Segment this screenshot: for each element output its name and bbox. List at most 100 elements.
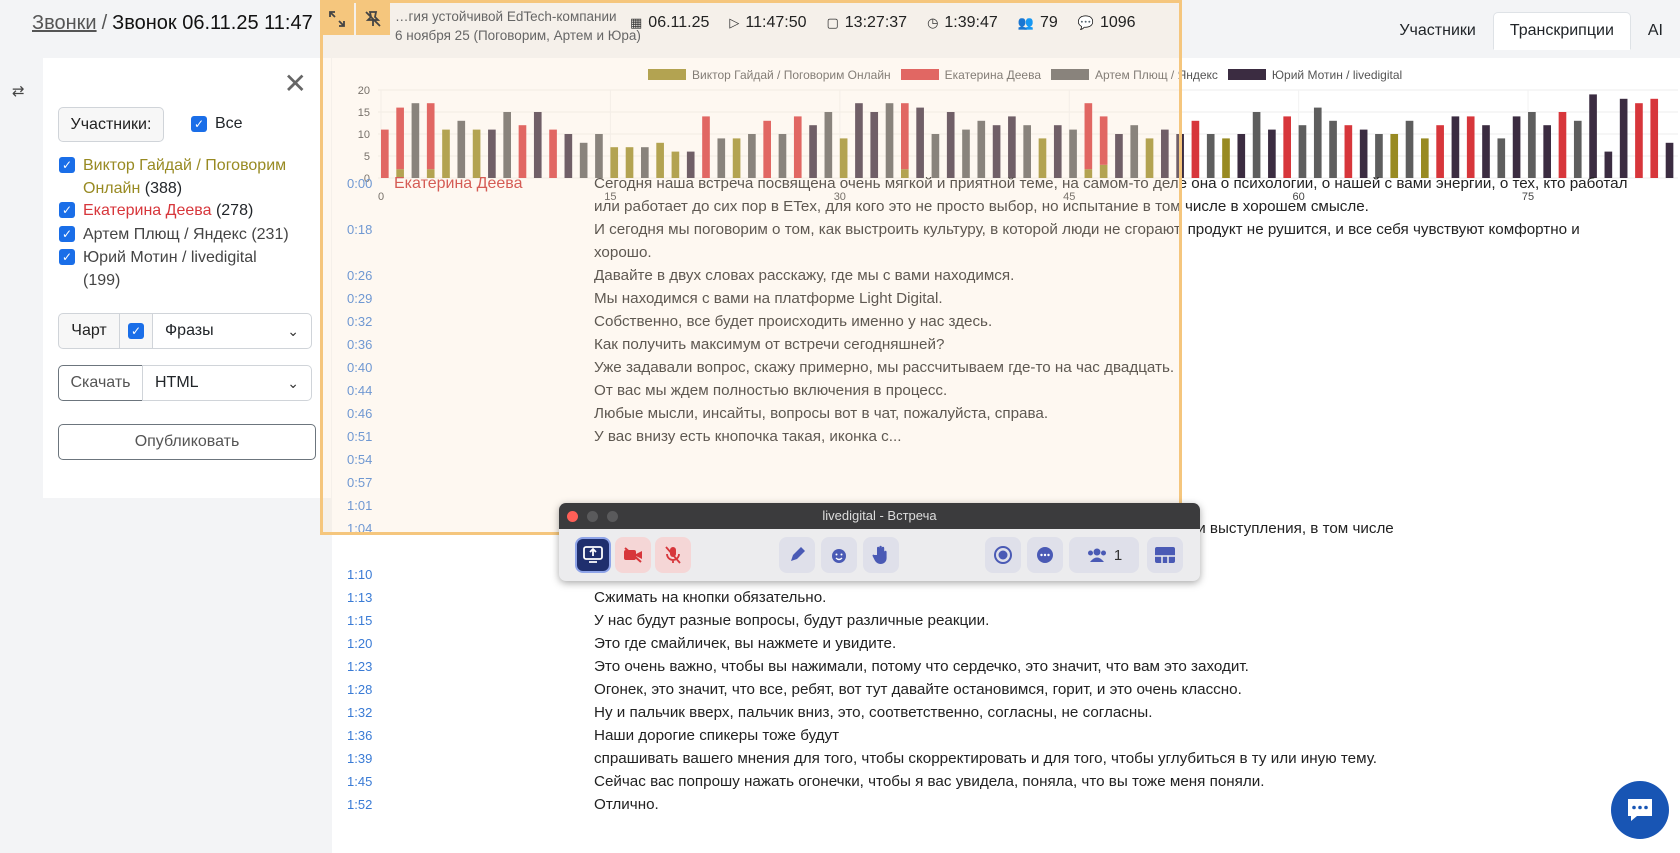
app-root: Звонки / Звонок 06.11.25 11:47 ⇄ ✕ Участни… [0, 0, 1680, 853]
chart-bar [1466, 116, 1475, 178]
transcript-timestamp[interactable]: 1:04 [347, 517, 372, 540]
transcript-timestamp[interactable]: 1:15 [347, 609, 372, 632]
chart-bar [472, 129, 481, 178]
chart-bar [962, 129, 970, 178]
transcript-timestamp[interactable]: 1:45 [347, 770, 372, 793]
chevron-down-icon: ⌄ [287, 375, 299, 391]
transcript-timestamp[interactable]: 0:29 [347, 287, 372, 310]
window-zoom-icon[interactable] [607, 511, 618, 522]
transcript-timestamp[interactable]: 1:01 [347, 494, 372, 517]
participant-text: Виктор Гайдай / Поговорим Онлайн (388) [83, 154, 299, 200]
camera-off-button[interactable] [615, 537, 651, 573]
chart-bar [855, 103, 863, 178]
download-button[interactable]: Скачать [58, 365, 143, 401]
participants-button[interactable]: 1 [1069, 537, 1139, 573]
breadcrumb: Звонки / Звонок 06.11.25 11:47 [32, 12, 313, 35]
tab-participants[interactable]: Участники [1382, 12, 1492, 50]
format-select[interactable]: HTML ⌄ [142, 365, 312, 401]
transcript-timestamp[interactable]: 0:26 [347, 264, 372, 287]
transcript-timestamp[interactable]: 1:20 [347, 632, 372, 655]
chart-bar [1191, 120, 1200, 178]
support-chat-button[interactable] [1611, 781, 1669, 839]
transcript-timestamp[interactable]: 0:54 [347, 448, 372, 471]
transcript-line: или работает до сих пор в ETex, для кого… [594, 198, 1369, 215]
window-close-icon[interactable] [567, 511, 578, 522]
reactions-button[interactable] [821, 537, 857, 573]
tab-transcripts[interactable]: Транскрипции [1492, 12, 1631, 50]
transcript-timestamp[interactable]: 0:36 [347, 333, 372, 356]
participant-item[interactable]: ✓ Екатерина Деева (278) [59, 199, 253, 222]
stat-end: ▢ 13:27:37 [826, 14, 907, 32]
transcript-line: Отлично. [594, 796, 659, 813]
chat-button[interactable] [1027, 537, 1063, 573]
meeting-title-line1: …гия устойчивой EdTech-компании [395, 9, 617, 24]
transcript-timestamp[interactable]: 0:57 [347, 471, 372, 494]
breadcrumb-calls-link[interactable]: Звонки [32, 12, 97, 34]
select-all-checkbox[interactable]: ✓ Все [191, 115, 243, 133]
participants-count: 1 [1113, 546, 1123, 564]
transcript-timestamp[interactable]: 0:51 [347, 425, 372, 448]
y-tick-label: 15 [358, 107, 370, 119]
transcript-line: У нас будут разные вопросы, будут различ… [594, 612, 990, 629]
mic-off-button[interactable] [655, 537, 691, 573]
raise-hand-button[interactable] [863, 537, 899, 573]
transcript-line: У вас внизу есть кнопочка такая, иконка … [594, 428, 902, 445]
transcript-timestamp[interactable]: 0:46 [347, 402, 372, 425]
expand-icon[interactable] [320, 3, 354, 35]
transcript-text: Ну и пальчик вверх, пальчик вниз, это, с… [594, 701, 1672, 724]
stat-users-value: 79 [1039, 14, 1058, 31]
transcript-timestamp[interactable]: 0:40 [347, 356, 372, 379]
participants-label: Участники: [58, 107, 164, 142]
layout-button[interactable] [1147, 537, 1183, 573]
transcript-timestamp[interactable]: 1:36 [347, 724, 372, 747]
chart-bar [1344, 125, 1353, 178]
transcript-line: Огонек, это значит, что все, ребят, вот … [594, 681, 1242, 698]
unpin-icon[interactable] [356, 3, 390, 35]
chart-toggle-checkbox[interactable]: ✓ [119, 313, 153, 349]
close-icon[interactable]: ✕ [284, 70, 307, 98]
transcript-timestamp[interactable]: 1:13 [347, 586, 372, 609]
transcript-timestamp[interactable]: 1:23 [347, 655, 372, 678]
y-tick-label: 20 [358, 85, 370, 97]
transcript-timestamp[interactable]: 0:44 [347, 379, 372, 402]
meeting-toolbar-window: livedigital - Встреча 1 [559, 503, 1200, 581]
participant-item[interactable]: ✓ Виктор Гайдай / Поговорим Онлайн (388) [59, 154, 299, 200]
window-minimize-icon[interactable] [587, 511, 598, 522]
transcript-text: Как получить максимум от встречи сегодня… [594, 333, 1672, 356]
chart-mode-select[interactable]: Фразы ⌄ [152, 313, 312, 349]
transcript-timestamp[interactable]: 1:28 [347, 678, 372, 701]
screen-share-button[interactable] [575, 537, 611, 573]
transcript-timestamp[interactable]: 1:10 [347, 563, 372, 586]
transcript-timestamp[interactable]: 1:32 [347, 701, 372, 724]
participant-item[interactable]: ✓ Артем Плющ / Яндекс (231) [59, 223, 289, 246]
checkbox-check-icon: ✓ [59, 226, 75, 242]
transcript-line: Это где смайличек, вы нажмете и увидите. [594, 635, 897, 652]
camera-off-icon [624, 547, 642, 563]
transcript-timestamp[interactable]: 0:00 [347, 172, 372, 195]
transcript-line: хорошо. [594, 244, 652, 261]
transcript-timestamp[interactable]: 0:32 [347, 310, 372, 333]
swap-icon[interactable]: ⇄ [12, 82, 25, 100]
record-button[interactable] [985, 537, 1021, 573]
chart-bar [824, 112, 833, 178]
chart-bar [916, 107, 924, 178]
participant-name: Юрий Мотин / livedigital [83, 249, 257, 266]
participant-count: (278) [215, 202, 254, 219]
tab-ai[interactable]: AI [1631, 12, 1680, 50]
transcript-timestamp[interactable]: 0:18 [347, 218, 372, 241]
chart-bar [1436, 125, 1444, 178]
transcript-timestamp[interactable]: 1:39 [347, 747, 372, 770]
chart-bar [1008, 116, 1016, 178]
transcript-line: Сейчас вас попрошу нажать огонечки, чтоб… [594, 773, 1265, 790]
draw-button[interactable] [779, 537, 815, 573]
participant-item[interactable]: ✓ Юрий Мотин / livedigital (199) [59, 246, 279, 292]
transcript-timestamp[interactable]: 1:52 [347, 793, 372, 816]
publish-button[interactable]: Опубликовать [58, 424, 316, 460]
chart-bar [1130, 125, 1139, 178]
stat-start: ▷ 11:47:50 [729, 14, 806, 32]
stop-icon: ▢ [826, 15, 839, 30]
x-tick-label: 0 [378, 191, 384, 203]
transcript-speaker: Екатерина Деева [394, 175, 523, 192]
transcript-line: спрашивать вашего мнения для того, чтобы… [594, 750, 1377, 767]
checkbox-check-icon: ✓ [59, 157, 75, 173]
